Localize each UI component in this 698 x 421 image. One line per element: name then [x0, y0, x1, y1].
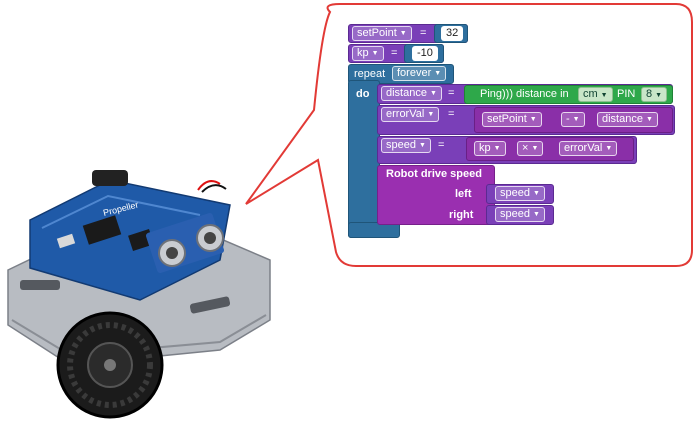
setpoint-equals: = [420, 27, 427, 39]
do-label: do [356, 88, 370, 100]
left-speed-ref[interactable]: speed ▼ [495, 186, 545, 201]
distance-equals: = [448, 87, 455, 99]
pin-label: PIN [617, 88, 636, 100]
speed-var-dropdown[interactable]: speed ▼ [381, 138, 431, 153]
errorval-ref[interactable]: errorVal ▼ [559, 141, 618, 156]
setpoint-ref[interactable]: setPoint ▼ [482, 112, 542, 127]
minus-operator-dropdown[interactable]: - ▼ [561, 112, 585, 127]
setpoint-var-dropdown[interactable]: setPoint ▼ [352, 26, 412, 41]
kp-value-field[interactable]: -10 [412, 46, 438, 61]
robot-drive-title: Robot drive speed [386, 168, 482, 180]
distance-var-dropdown[interactable]: distance ▼ [381, 86, 442, 101]
blockly-workspace: repeat forever ▼ do setPoint ▼ = 32 kp ▼ = … [0, 0, 698, 421]
unit-dropdown[interactable]: cm ▼ [578, 87, 613, 102]
kp-equals: = [391, 47, 398, 59]
kp-var-dropdown[interactable]: kp ▼ [352, 46, 384, 61]
kp-ref[interactable]: kp ▼ [474, 141, 506, 156]
right-speed-ref[interactable]: speed ▼ [495, 207, 545, 222]
setpoint-value-field[interactable]: 32 [441, 26, 464, 41]
repeat-label: repeat [354, 68, 386, 80]
speed-equals: = [438, 139, 445, 151]
ping-distance-label: Ping))) distance in [480, 88, 569, 100]
drive-left-label: left [455, 188, 472, 200]
errorval-var-dropdown[interactable]: errorVal ▼ [381, 107, 440, 122]
multiply-operator-dropdown[interactable]: × ▼ [517, 141, 544, 156]
drive-right-label: right [449, 209, 474, 221]
repeat-mode-dropdown[interactable]: forever ▼ [392, 66, 447, 81]
pin-dropdown[interactable]: 8 ▼ [641, 87, 668, 102]
errorval-equals: = [448, 108, 455, 120]
distance-ref[interactable]: distance ▼ [597, 112, 658, 127]
